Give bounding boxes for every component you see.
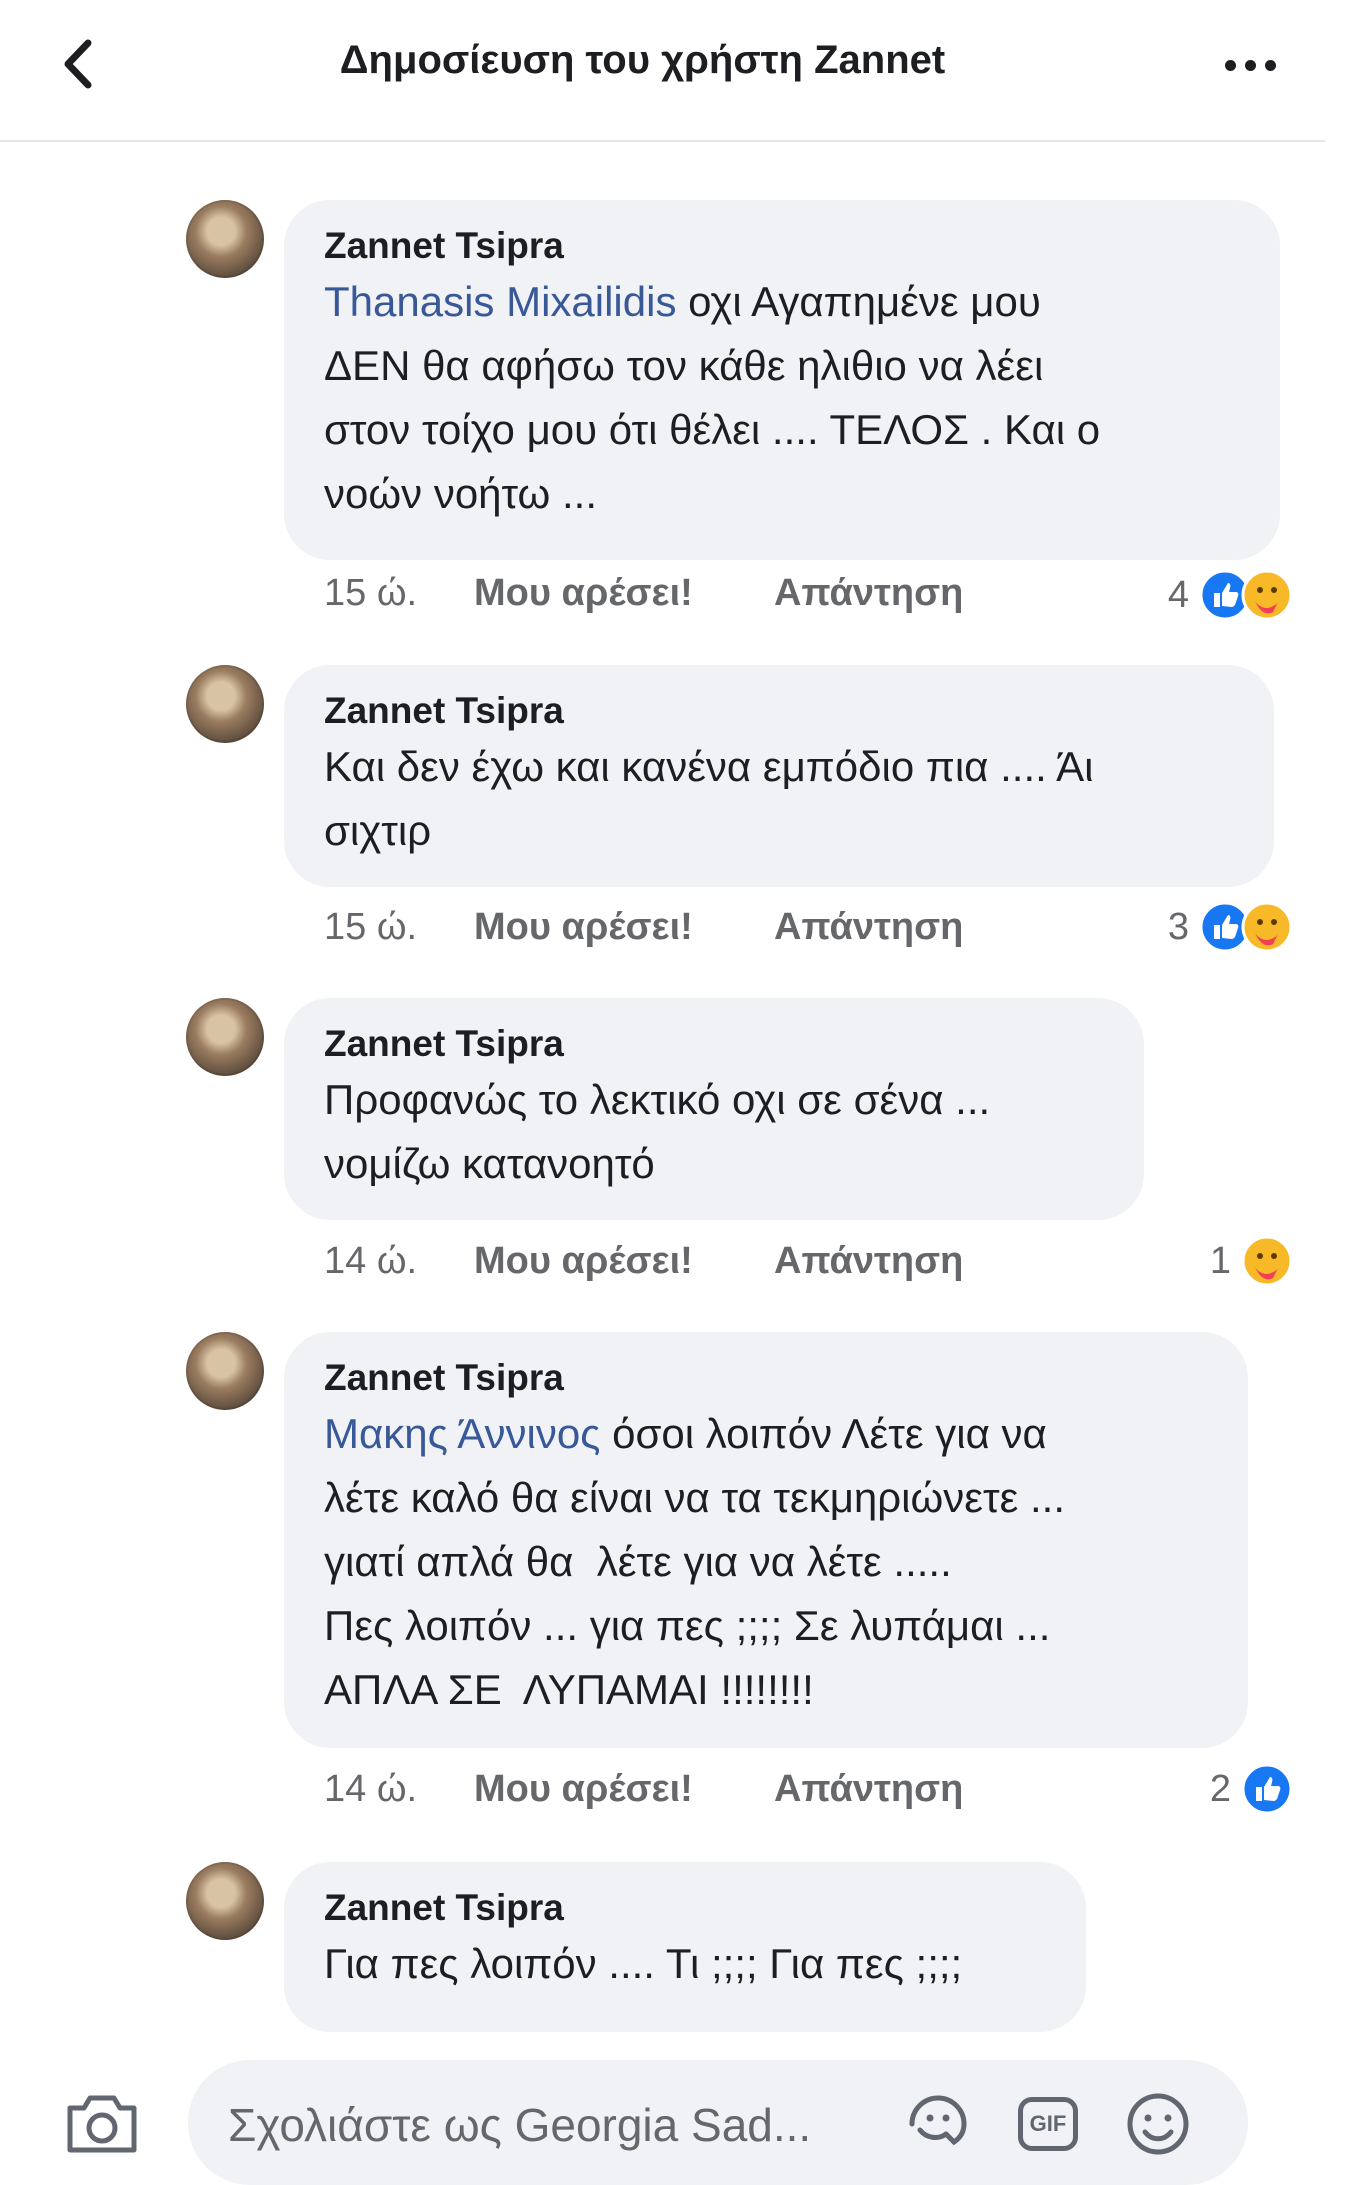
reply-button[interactable]: Απάντηση: [774, 906, 963, 949]
mention-link[interactable]: Thanasis Mixailidis: [324, 278, 676, 325]
reply-button[interactable]: Απάντηση: [774, 572, 963, 615]
comment-author[interactable]: Zannet Tsipra: [324, 1884, 1046, 1932]
avatar[interactable]: [186, 998, 264, 1076]
comment-input[interactable]: Σχολιάστε ως Georgia Sad... GIF: [188, 2060, 1248, 2185]
gif-icon[interactable]: GIF: [1008, 2084, 1088, 2164]
comment-bubble: Zannet Tsipra Thanasis Mixailidis οχι Αγ…: [284, 200, 1280, 560]
reaction-count: 2: [1209, 1767, 1231, 1810]
comment-text: Προφανώς το λεκτικό οχι σε σένα ... νομί…: [324, 1076, 991, 1187]
reaction-count: 1: [1209, 1239, 1231, 1282]
comment-author[interactable]: Zannet Tsipra: [324, 687, 1234, 735]
like-button[interactable]: Μου αρέσει!: [474, 906, 693, 949]
comment-timestamp: 15 ώ.: [324, 572, 418, 614]
avatar[interactable]: [186, 665, 264, 743]
like-button[interactable]: Μου αρέσει!: [474, 1240, 693, 1283]
reaction-summary[interactable]: 1: [1210, 1234, 1293, 1288]
avatar[interactable]: [186, 1862, 264, 1940]
page-title: Δημοσίευση του χρήστη Zannet: [339, 38, 946, 82]
like-button[interactable]: Μου αρέσει!: [474, 1768, 693, 1811]
reaction-summary[interactable]: 4: [1168, 568, 1293, 622]
comment-bubble: Zannet Tsipra Και δεν έχω και κανένα εμπ…: [284, 665, 1274, 887]
reply-button[interactable]: Απάντηση: [774, 1768, 963, 1811]
chevron-left-icon: [64, 39, 92, 89]
top-bar: Δημοσίευση του χρήστη Zannet: [0, 0, 1325, 142]
sticker-icon[interactable]: [898, 2084, 978, 2164]
comment-author[interactable]: Zannet Tsipra: [324, 222, 1240, 270]
comment-bubble: Zannet Tsipra Για πες λοιπόν .... Τι ;;;…: [284, 1862, 1086, 2032]
care-reaction-icon: [1241, 1235, 1293, 1287]
comment-text: Thanasis Mixailidis οχι Αγαπημένε μου ΔΕ…: [324, 278, 1101, 517]
reaction-count: 4: [1167, 573, 1189, 616]
reaction-summary[interactable]: 2: [1210, 1762, 1293, 1816]
reaction-count: 3: [1167, 905, 1189, 948]
comment-text: Για πες λοιπόν .... Τι ;;;; Για πες ;;;;: [324, 1940, 963, 1987]
comment-bubble: Zannet Tsipra Προφανώς το λεκτικό οχι σε…: [284, 998, 1144, 1220]
more-horizontal-icon: [1224, 59, 1236, 71]
comment-timestamp: 15 ώ.: [324, 906, 418, 948]
care-reaction-icon: [1241, 569, 1293, 621]
gif-label: GIF: [1029, 2111, 1067, 2136]
mention-link[interactable]: Μακης Άννινος: [324, 1410, 600, 1457]
like-reaction-icon: [1241, 1763, 1293, 1815]
care-reaction-icon: [1241, 901, 1293, 953]
camera-icon[interactable]: [62, 2088, 142, 2158]
comment-author[interactable]: Zannet Tsipra: [324, 1020, 1104, 1068]
like-button[interactable]: Μου αρέσει!: [474, 572, 693, 615]
emoji-icon[interactable]: [1118, 2084, 1198, 2164]
comment-bubble: Zannet Tsipra Μακης Άννινος όσοι λοιπόν …: [284, 1332, 1248, 1748]
comment-timestamp: 14 ώ.: [324, 1768, 418, 1810]
avatar[interactable]: [186, 200, 264, 278]
comment-text: Και δεν έχω και κανένα εμπόδιο πια .... …: [324, 743, 1094, 854]
reply-button[interactable]: Απάντηση: [774, 1240, 963, 1283]
comment-author[interactable]: Zannet Tsipra: [324, 1354, 1208, 1402]
comment-timestamp: 14 ώ.: [324, 1240, 418, 1282]
back-button[interactable]: [52, 34, 102, 94]
comment-text: Μακης Άννινος όσοι λοιπόν Λέτε για να λέ…: [324, 1410, 1066, 1713]
avatar[interactable]: [186, 1332, 264, 1410]
more-options-button[interactable]: [1205, 40, 1295, 90]
comment-input-placeholder: Σχολιάστε ως Georgia Sad...: [228, 2099, 812, 2151]
reaction-summary[interactable]: 3: [1168, 900, 1293, 954]
